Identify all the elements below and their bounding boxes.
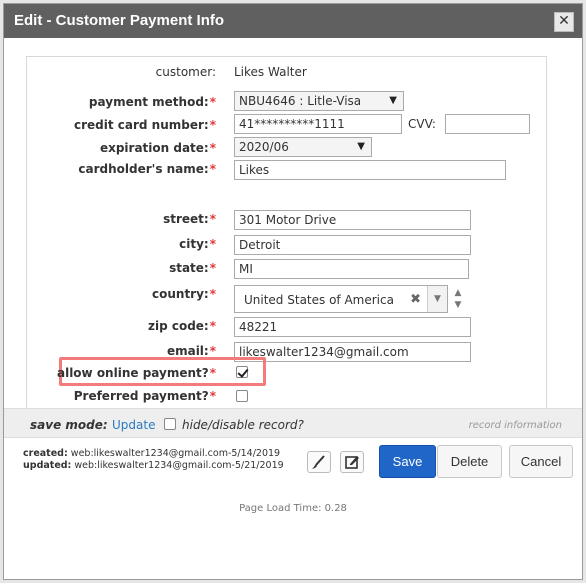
brush-icon [312, 455, 325, 469]
edit-icon [345, 456, 359, 469]
expiration-date-value: 2020/06 [239, 140, 289, 154]
cardholder-name-label: cardholder's name:* [78, 162, 216, 176]
save-mode-bar: save mode: Update hide/disable record? r… [4, 408, 582, 438]
created-info: created: web:likeswalter1234@gmail.com-5… [23, 448, 281, 459]
cvv-input[interactable] [445, 114, 530, 134]
preferred-payment-checkbox[interactable] [236, 390, 248, 402]
city-input[interactable]: Detroit [234, 235, 471, 255]
dropdown-arrow-icon: ▼ [389, 95, 397, 106]
preferred-payment-label: Preferred payment?* [73, 389, 216, 403]
country-label: country:* [152, 287, 216, 301]
hide-record-label: hide/disable record? [182, 418, 304, 432]
dropdown-arrow-icon[interactable]: ▼ [427, 286, 447, 312]
cancel-button[interactable]: Cancel [509, 445, 573, 478]
country-select[interactable]: United States of America ✖ ▼ [234, 285, 448, 313]
customer-label: customer: [155, 65, 216, 79]
allow-online-payment-checkbox[interactable] [236, 366, 248, 378]
save-mode-label: save mode: [30, 418, 108, 432]
zip-code-label: zip code:* [147, 319, 216, 333]
allow-online-payment-label: allow online payment?* [56, 366, 216, 380]
street-input[interactable]: 301 Motor Drive [234, 210, 471, 230]
edit-button[interactable] [340, 451, 364, 473]
payment-info-dialog: Edit - Customer Payment Info ✕ customer:… [3, 3, 583, 580]
city-label: city:* [179, 237, 216, 251]
dialog-titlebar: Edit - Customer Payment Info ✕ [4, 4, 582, 38]
clear-icon[interactable]: ✖ [410, 292, 421, 307]
payment-method-label: payment method:* [88, 95, 216, 109]
save-button[interactable]: Save [379, 445, 436, 478]
credit-card-number-label: credit card number:* [74, 118, 216, 132]
country-spinner[interactable]: ▲ ▼ [450, 287, 466, 311]
country-value: United States of America [244, 293, 394, 307]
cardholder-name-input[interactable]: Likes [234, 160, 506, 180]
page-load-time: Page Load Time: 0.28 [239, 503, 347, 514]
close-button[interactable]: ✕ [554, 12, 574, 32]
hide-record-checkbox[interactable] [164, 418, 176, 430]
state-input[interactable]: MI [234, 259, 469, 279]
save-mode-value[interactable]: Update [112, 418, 155, 432]
spin-up-icon[interactable]: ▲ [450, 287, 466, 299]
brush-button[interactable] [307, 451, 331, 473]
payment-method-select[interactable]: NBU4646 : Litle-Visa ▼ [234, 91, 404, 111]
expiration-date-label: expiration date:* [99, 141, 216, 155]
email-label: email:* [166, 344, 216, 358]
zip-code-input[interactable]: 48221 [234, 317, 471, 337]
record-information-link[interactable]: record information [469, 420, 562, 431]
street-label: street:* [163, 212, 216, 226]
dialog-title: Edit - Customer Payment Info [14, 12, 225, 29]
credit-card-number-input[interactable]: 41**********1111 [234, 114, 402, 134]
spin-down-icon[interactable]: ▼ [450, 299, 466, 311]
dropdown-arrow-icon: ▼ [357, 141, 365, 152]
expiration-date-select[interactable]: 2020/06 ▼ [234, 137, 372, 157]
delete-button[interactable]: Delete [437, 445, 502, 478]
updated-info: updated: web:likeswalter1234@gmail.com-5… [23, 460, 284, 471]
close-icon: ✕ [558, 13, 570, 29]
state-label: state:* [169, 261, 216, 275]
payment-method-value: NBU4646 : Litle-Visa [239, 94, 362, 108]
cvv-label: CVV: [408, 117, 436, 131]
email-input[interactable]: likeswalter1234@gmail.com [234, 342, 471, 362]
customer-value: Likes Walter [234, 65, 307, 79]
